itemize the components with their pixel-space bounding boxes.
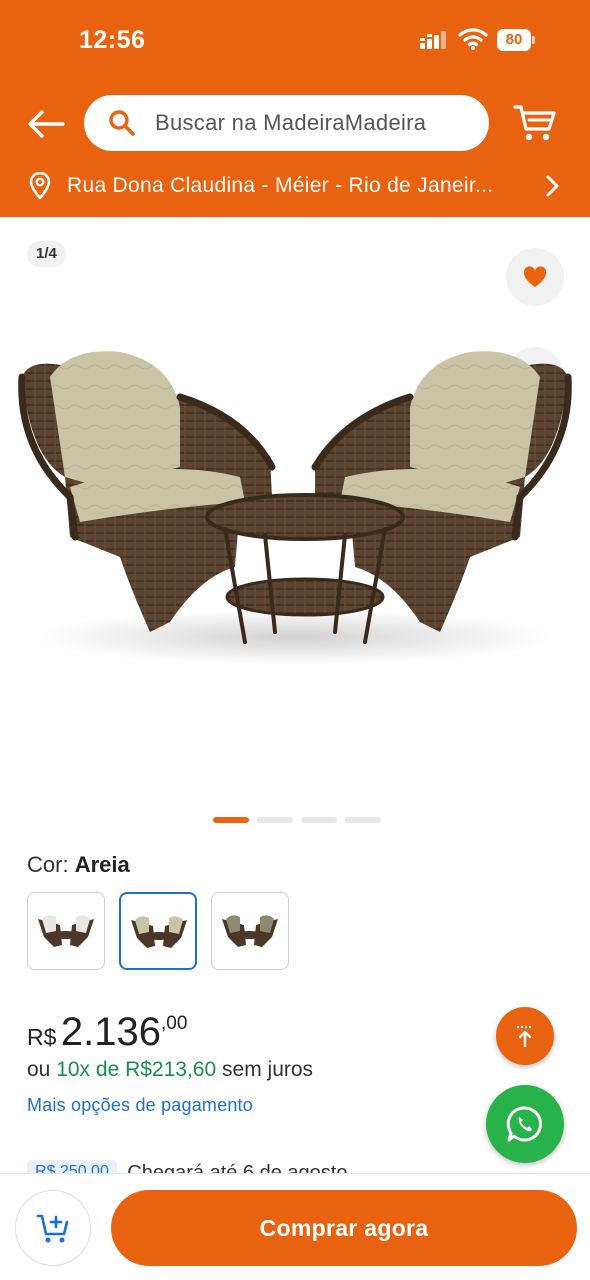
color-thumbnail bbox=[38, 915, 94, 947]
gallery-pagination bbox=[213, 817, 381, 823]
color-thumbnail bbox=[131, 916, 187, 948]
product-price: R$ 2.136,00 bbox=[27, 1010, 187, 1055]
installments-prefix: ou bbox=[27, 1058, 51, 1081]
battery-tip bbox=[532, 36, 535, 44]
color-option-3[interactable] bbox=[211, 892, 289, 970]
cart-button[interactable] bbox=[510, 98, 560, 148]
installments-value: 10x de R$213,60 bbox=[56, 1058, 217, 1081]
whatsapp-button[interactable] bbox=[486, 1085, 564, 1163]
heart-icon bbox=[523, 266, 547, 287]
color-thumbnail bbox=[222, 915, 278, 947]
add-to-cart-button[interactable] bbox=[15, 1190, 91, 1266]
search-icon bbox=[109, 110, 135, 136]
color-option-2[interactable] bbox=[119, 892, 197, 970]
price-currency: R$ bbox=[27, 1024, 57, 1050]
color-option-1[interactable] bbox=[27, 892, 105, 970]
arrow-left-icon bbox=[28, 110, 65, 138]
color-label-prefix: Cor: bbox=[27, 852, 69, 877]
color-value: Areia bbox=[74, 852, 130, 877]
product-image[interactable] bbox=[10, 337, 580, 667]
price-cents: ,00 bbox=[160, 1013, 188, 1034]
installments-suffix: sem juros bbox=[222, 1058, 314, 1081]
status-bar: 12:56 80 bbox=[0, 0, 590, 82]
whatsapp-icon bbox=[506, 1106, 543, 1142]
pagination-dot bbox=[301, 817, 337, 823]
back-button[interactable] bbox=[24, 102, 68, 146]
delivery-address: Rua Dona Claudina - Méier - Rio de Janei… bbox=[67, 174, 494, 197]
location-pin-icon bbox=[29, 172, 51, 200]
search-placeholder: Buscar na MadeiraMadeira bbox=[155, 110, 427, 135]
signal-icon bbox=[420, 31, 446, 49]
search-input[interactable]: Buscar na MadeiraMadeira bbox=[84, 95, 489, 151]
battery-indicator: 80 bbox=[497, 29, 535, 51]
favorite-button[interactable] bbox=[506, 248, 564, 306]
battery-level: 80 bbox=[497, 29, 531, 51]
status-time: 12:56 bbox=[79, 26, 146, 54]
buy-now-button[interactable]: Comprar agora bbox=[111, 1190, 577, 1266]
product-gallery[interactable]: 1/4 bbox=[0, 217, 590, 837]
chevron-right-icon bbox=[546, 175, 559, 197]
pagination-dot bbox=[257, 817, 293, 823]
delivery-address-bar[interactable]: Rua Dona Claudina - Méier - Rio de Janei… bbox=[0, 164, 590, 208]
wifi-icon bbox=[458, 28, 488, 50]
arrow-up-icon bbox=[517, 1025, 533, 1048]
pagination-dot bbox=[345, 817, 381, 823]
price-integer: 2.136 bbox=[60, 1010, 161, 1054]
color-label: Cor: Areia bbox=[27, 852, 130, 878]
scroll-to-top-button[interactable] bbox=[496, 1007, 554, 1065]
installments-info: ou 10x de R$213,60 sem juros bbox=[27, 1058, 313, 1082]
more-payment-options-link[interactable]: Mais opções de pagamento bbox=[27, 1095, 253, 1116]
image-counter: 1/4 bbox=[27, 241, 66, 267]
cart-icon bbox=[513, 105, 556, 141]
bottom-action-bar: Comprar agora bbox=[0, 1173, 590, 1280]
cart-add-icon bbox=[36, 1214, 69, 1243]
pagination-dot bbox=[213, 817, 249, 823]
